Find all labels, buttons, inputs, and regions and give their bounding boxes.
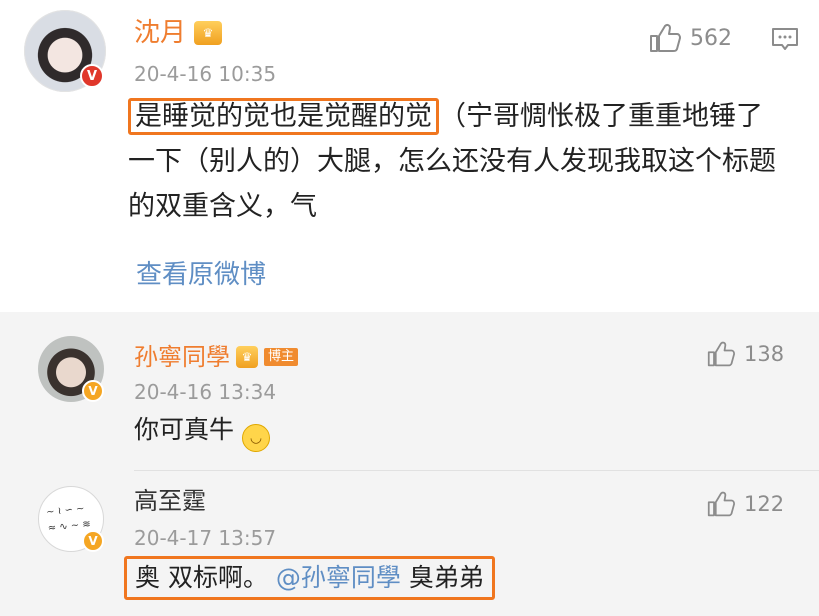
verified-v-icon: V	[82, 380, 104, 402]
highlighted-text: 是睡觉的觉也是觉醒的觉	[128, 98, 439, 135]
like-button[interactable]: 562	[648, 22, 732, 54]
reply-text-prefix: 奥 双标啊。	[135, 563, 268, 592]
crown-icon: ♛	[236, 346, 258, 368]
reply-date: 20-4-17 13:57	[134, 526, 277, 550]
view-original-link[interactable]: 查看原微博	[136, 254, 266, 291]
like-count: 562	[690, 25, 732, 51]
comment-date: 20-4-16 10:35	[134, 62, 277, 86]
username[interactable]: 沈月	[134, 18, 186, 48]
reply-list: V 孙寧同學 ♛ 博主 20-4-16 13:34 138 你可真牛 ◡ ∼ ≀…	[0, 312, 819, 616]
smile-emoji: ◡	[241, 424, 270, 452]
main-comment: V 沈月 ♛ 20-4-16 10:35 562 是睡觉的觉也是觉醒的觉 （宁哥惆…	[0, 0, 819, 310]
reply-like-count: 138	[744, 342, 785, 366]
crown-icon: ♛	[194, 21, 223, 45]
thumbs-up-icon	[707, 341, 735, 367]
divider	[134, 470, 819, 471]
comment-body: 是睡觉的觉也是觉醒的觉 （宁哥惆怅极了重重地锤了一下（别人的）大腿，怎么还没有人发…	[128, 94, 778, 229]
reply-username[interactable]: 孙寧同學	[134, 342, 230, 372]
thumbs-up-icon	[707, 491, 735, 517]
reply-text-content: 你可真牛	[134, 415, 235, 444]
verified-v-icon: V	[82, 530, 104, 552]
comment-icon[interactable]	[770, 26, 800, 54]
reply-text-suffix: 臭弟弟	[400, 563, 484, 592]
verified-v-icon: V	[80, 64, 104, 88]
reply-like-count: 122	[744, 492, 785, 516]
reply-like-button[interactable]: 138	[706, 340, 784, 368]
reply-text: 奥 双标啊。 @孙寧同學 臭弟弟	[124, 556, 495, 600]
reply-username[interactable]: 高至霆	[134, 486, 206, 516]
reply-text: 你可真牛 ◡	[134, 414, 270, 452]
host-badge: 博主	[264, 348, 299, 366]
reply-like-button[interactable]: 122	[706, 490, 784, 518]
reply-date: 20-4-16 13:34	[134, 380, 277, 404]
mention-link[interactable]: @孙寧同學	[276, 563, 401, 592]
thumbs-up-icon	[650, 23, 681, 52]
